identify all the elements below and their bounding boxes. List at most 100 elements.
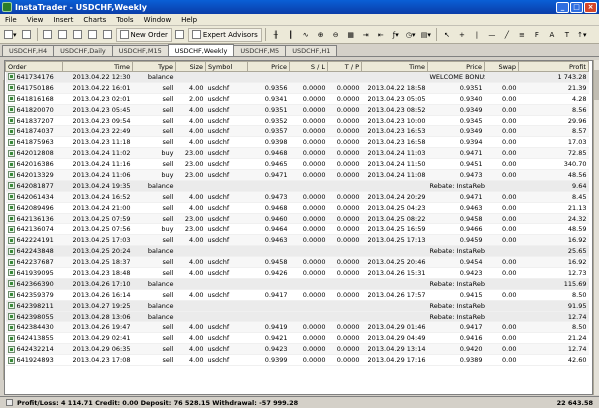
- new-order-button[interactable]: New Order: [115, 27, 172, 42]
- arrows-button[interactable]: ↑▾: [575, 28, 589, 42]
- table-row[interactable]: 642432214 2013.04.29 06:35 sell 4.00 usdchf 0…: [5, 343, 589, 356]
- tab-usdchf-weekly[interactable]: USDCHF,Weekly: [167, 44, 235, 56]
- table-row[interactable]: 641924893 2013.04.23 17:08 sell 4.00 usdchf 0…: [5, 354, 589, 367]
- table-row[interactable]: 642243848 2013.04.25 20:24 balance Rebate: …: [5, 245, 589, 258]
- navigator-button[interactable]: [71, 28, 85, 42]
- table-cell: 2013.04.23 16:58: [361, 136, 428, 149]
- table-row[interactable]: 642384430 2013.04.26 19:47 sell 4.00 usdchf 0…: [5, 321, 589, 334]
- col-symbol[interactable]: Symbol: [205, 61, 248, 72]
- vertical-line-button[interactable]: |: [470, 28, 484, 42]
- tab-usdchf-h4[interactable]: USDCHF,H4: [2, 45, 55, 56]
- table-row[interactable]: 642224191 2013.04.25 17:03 sell 4.00 usdchf 0…: [5, 234, 589, 247]
- col-size[interactable]: Size: [175, 61, 206, 72]
- table-cell: [484, 245, 519, 258]
- table-row[interactable]: 642398055 2013.04.28 13:06 balance Rebate: …: [5, 311, 589, 323]
- bar-chart-button[interactable]: ╫: [269, 28, 283, 42]
- minimize-button[interactable]: _: [556, 1, 569, 13]
- tab-usdchf-m5[interactable]: USDCHF,M5: [233, 45, 287, 56]
- menu-window[interactable]: Window: [139, 16, 177, 24]
- strategy-tester-button[interactable]: [101, 28, 115, 42]
- indicators-button[interactable]: ƒ▾: [389, 28, 403, 42]
- table-row[interactable]: 642136136 2013.04.25 07:59 sell 23.00 usdchf…: [5, 213, 589, 225]
- order-icon: [7, 127, 15, 135]
- col-type[interactable]: Type: [132, 61, 176, 72]
- table-cell: 0.9459: [427, 234, 485, 247]
- table-cell: 2013.04.25 04:23: [361, 202, 428, 214]
- col-sl[interactable]: S / L: [289, 61, 328, 72]
- menu-insert[interactable]: Insert: [48, 16, 78, 24]
- table-cell: 0.0000: [289, 125, 328, 138]
- maximize-button[interactable]: □: [570, 1, 583, 13]
- market-watch-button[interactable]: [41, 28, 55, 42]
- col-open-price[interactable]: Price: [247, 61, 290, 72]
- terminal-button[interactable]: [86, 28, 100, 42]
- cursor-button[interactable]: ↖: [440, 28, 454, 42]
- fibonacci-button[interactable]: F: [530, 28, 544, 42]
- order-cell: 642359379: [5, 289, 63, 301]
- table-row[interactable]: 641874037 2013.04.23 22:49 sell 4.00 usdchf 0…: [5, 125, 589, 138]
- table-row[interactable]: 641939095 2013.04.23 18:48 sell 4.00 usdchf 0…: [5, 267, 589, 279]
- channel-button[interactable]: ≡: [515, 28, 529, 42]
- line-chart-button[interactable]: ∿: [299, 28, 313, 42]
- tab-usdchf-daily[interactable]: USDCHF,Daily: [53, 45, 113, 56]
- table-row[interactable]: 642398211 2013.04.27 19:25 balance Rebate: …: [5, 300, 589, 312]
- auto-scroll-button[interactable]: ⇥: [359, 28, 373, 42]
- vertical-scrollbar[interactable]: [593, 60, 599, 395]
- table-row[interactable]: 642136074 2013.04.25 07:56 buy 23.00 usdchf 0…: [5, 223, 589, 236]
- table-row[interactable]: 642012808 2013.04.24 11:02 buy 23.00 usdchf 0…: [5, 147, 589, 160]
- col-order[interactable]: Order: [5, 61, 63, 72]
- table-row[interactable]: 642081877 2013.04.24 19:35 balance Rebate: …: [5, 180, 589, 192]
- periods-button[interactable]: ◷▾: [404, 28, 418, 42]
- col-open-time[interactable]: Time: [62, 61, 133, 72]
- status-bar: Profit/Loss: 4 114.71 Credit: 0.00 Depos…: [0, 396, 599, 408]
- table-row[interactable]: 641837207 2013.04.23 09:54 sell 4.00 usdchf 0…: [5, 115, 589, 127]
- table-row[interactable]: 641734176 2013.04.22 12:30 balance WELCOME …: [5, 71, 589, 83]
- table-row[interactable]: 642016386 2013.04.24 11:16 sell 23.00 usdchf…: [5, 158, 589, 171]
- new-chart-button[interactable]: ▾: [2, 28, 19, 42]
- crosshair-button[interactable]: +: [455, 28, 469, 42]
- expert-advisors-button[interactable]: Expert Advisors: [187, 27, 262, 42]
- zoom-in-button[interactable]: ⊕: [314, 28, 328, 42]
- col-swap[interactable]: Swap: [484, 61, 519, 72]
- table-row[interactable]: 642366390 2013.04.26 17:10 balance Rebate: …: [5, 278, 589, 290]
- tile-windows-button[interactable]: ▦: [344, 28, 358, 42]
- table-row[interactable]: 642089496 2013.04.24 21:00 sell 4.00 usdchf 0…: [5, 202, 589, 214]
- col-profit[interactable]: Profit: [518, 61, 589, 72]
- table-row[interactable]: 642061434 2013.04.24 16:52 sell 4.00 usdchf 0…: [5, 191, 589, 203]
- table-cell: 2013.04.24 11:08: [361, 169, 428, 181]
- menu-file[interactable]: File: [0, 16, 22, 24]
- zoom-out-button[interactable]: ⊖: [329, 28, 343, 42]
- metaeditor-button[interactable]: [173, 28, 187, 42]
- table-row[interactable]: 641816168 2013.04.23 02:01 sell 2.00 usdchf 0…: [5, 93, 589, 105]
- table-row[interactable]: 641875963 2013.04.23 11:18 sell 4.00 usdchf 0…: [5, 136, 589, 149]
- col-close-price[interactable]: Price: [427, 61, 485, 72]
- col-close-time[interactable]: Time: [361, 61, 428, 72]
- close-button[interactable]: ×: [584, 1, 597, 13]
- table-row[interactable]: 642237687 2013.04.25 18:37 sell 4.00 usdchf 0…: [5, 256, 589, 269]
- scrollbar-thumb[interactable]: [594, 70, 599, 100]
- table-row[interactable]: 642013329 2013.04.24 11:06 buy 23.00 usdchf 0…: [5, 169, 589, 181]
- chart-shift-button[interactable]: ⇤: [374, 28, 388, 42]
- trendline-button[interactable]: ╱: [500, 28, 514, 42]
- label-button[interactable]: T: [560, 28, 574, 42]
- col-tp[interactable]: T / P: [327, 61, 362, 72]
- menu-tools[interactable]: Tools: [111, 16, 138, 24]
- table-row[interactable]: 642359379 2013.04.26 16:14 sell 4.00 usdchf 0…: [5, 289, 589, 301]
- candlestick-button[interactable]: ┃: [284, 28, 298, 42]
- menu-view[interactable]: View: [22, 16, 49, 24]
- templates-button[interactable]: ▤▾: [419, 28, 433, 42]
- table-row[interactable]: 642413855 2013.04.29 02:41 sell 4.00 usdchf 0…: [5, 332, 589, 345]
- tab-usdchf-h1[interactable]: USDCHF,H1: [285, 45, 338, 56]
- menu-charts[interactable]: Charts: [78, 16, 111, 24]
- table-cell: 2013.04.23 17:08: [62, 354, 133, 367]
- menu-help[interactable]: Help: [176, 16, 202, 24]
- horizontal-line-button[interactable]: —: [485, 28, 499, 42]
- table-row[interactable]: 641750186 2013.04.22 16:01 sell 4.00 usdchf 0…: [5, 82, 589, 94]
- text-button[interactable]: A: [545, 28, 559, 42]
- table-cell: [247, 278, 290, 290]
- tab-usdchf-m15[interactable]: USDCHF,M15: [111, 45, 169, 56]
- table-row[interactable]: 641820070 2013.04.23 05:45 sell 4.00 usdchf 0…: [5, 104, 589, 116]
- table-cell: 0.9345: [427, 115, 485, 127]
- profiles-button[interactable]: [20, 28, 34, 42]
- data-window-button[interactable]: [56, 28, 70, 42]
